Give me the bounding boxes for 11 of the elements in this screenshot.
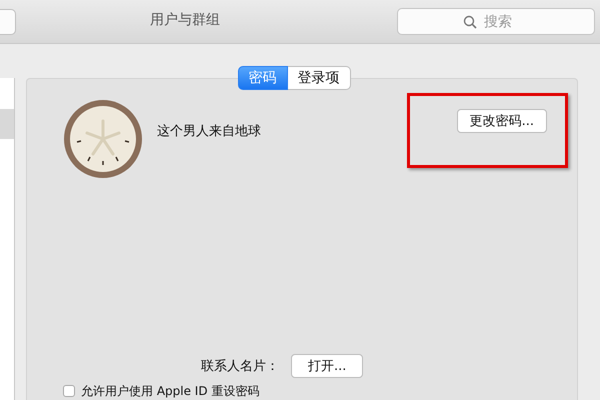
- contact-card-label: 联系人名片：: [201, 358, 279, 375]
- selected-sidebar-row[interactable]: [0, 109, 14, 139]
- checkbox-label: 允许用户使用 Apple ID 重设密码: [81, 382, 260, 400]
- checkbox[interactable]: [63, 385, 75, 397]
- window-title: 用户与群组: [150, 11, 220, 29]
- search-field[interactable]: 搜索: [397, 8, 595, 35]
- open-button[interactable]: 打开...: [291, 354, 364, 378]
- user-name: 这个男人来自地球: [157, 123, 261, 140]
- tab[interactable]: 登录项: [288, 66, 350, 90]
- toolbar-button[interactable]: [0, 8, 16, 34]
- change-password-button[interactable]: 更改密码...: [456, 109, 547, 133]
